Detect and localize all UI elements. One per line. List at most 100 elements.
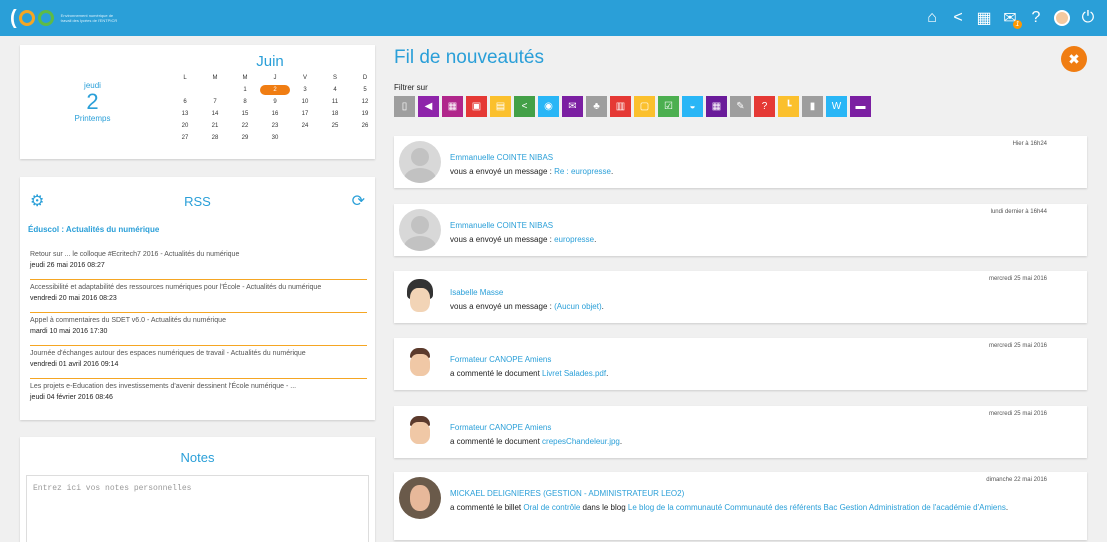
- share-filter-icon[interactable]: <: [514, 96, 535, 117]
- tools-icon[interactable]: ✖: [1061, 46, 1087, 72]
- rss-item-title[interactable]: Journée d'échanges autour des espaces nu…: [30, 349, 367, 359]
- avatar[interactable]: [399, 477, 441, 519]
- chat-filter-icon[interactable]: ◉: [538, 96, 559, 117]
- feed-item-date: dimanche 22 mai 2016: [986, 477, 1047, 483]
- power-icon[interactable]: ⏻: [1079, 9, 1097, 27]
- calendar-day[interactable]: 2: [260, 85, 290, 95]
- feed-item-link[interactable]: Le blog de la communauté Communauté des …: [628, 503, 1006, 512]
- calendar-day[interactable]: 22: [230, 121, 260, 131]
- rss-item-title[interactable]: Retour sur ... le colloque #Ecritech7 20…: [30, 250, 367, 260]
- home-icon[interactable]: ⌂: [923, 9, 941, 27]
- schedule-filter-icon[interactable]: ▦: [706, 96, 727, 117]
- calendar-day[interactable]: 15: [230, 109, 260, 119]
- calendar-day[interactable]: 16: [260, 109, 290, 119]
- rss-item-title[interactable]: Accessibilité et adaptabilité des ressou…: [30, 283, 367, 293]
- refresh-icon[interactable]: ⟳: [352, 191, 365, 211]
- tree-filter-icon[interactable]: ┗: [778, 96, 799, 117]
- folder-filter-icon[interactable]: ▬: [850, 96, 871, 117]
- calendar-day[interactable]: 23: [260, 121, 290, 131]
- rss-item[interactable]: Accessibilité et adaptabilité des ressou…: [30, 280, 367, 313]
- calendar-season: Printemps: [74, 114, 111, 123]
- logo-mark: (: [10, 7, 55, 30]
- apps-icon[interactable]: ▦: [975, 9, 993, 27]
- calendar-day[interactable]: 13: [170, 109, 200, 119]
- inbox-filter-icon[interactable]: ◒: [682, 96, 703, 117]
- calendar-day[interactable]: 9: [260, 97, 290, 107]
- rss-source-title[interactable]: Éduscol : Actualités du numérique: [28, 225, 159, 234]
- calendar-day[interactable]: 7: [200, 97, 230, 107]
- calendar-day[interactable]: 27: [170, 133, 200, 143]
- avatar[interactable]: [399, 411, 441, 453]
- pen-filter-icon[interactable]: ✎: [730, 96, 751, 117]
- rss-item-title[interactable]: Appel à commentaires du SDET v6.0 - Actu…: [30, 316, 367, 326]
- calendar-day[interactable]: 14: [200, 109, 230, 119]
- board-filter-icon[interactable]: ▢: [634, 96, 655, 117]
- calendar-day[interactable]: 21: [200, 121, 230, 131]
- feed-item-author[interactable]: Formateur CANOPE Amiens: [450, 355, 551, 364]
- calendar-day[interactable]: 4: [320, 85, 350, 95]
- calendar-day[interactable]: 6: [170, 97, 200, 107]
- feed-item-date: mercredi 25 mai 2016: [988, 411, 1047, 417]
- rss-item[interactable]: Les projets e-Education des investisseme…: [30, 379, 367, 412]
- calendar-day[interactable]: 29: [230, 133, 260, 143]
- logo-tagline: Environnement numérique de travail des l…: [60, 13, 118, 23]
- help-icon[interactable]: ?: [1027, 9, 1045, 27]
- news-filter-icon[interactable]: ▥: [610, 96, 631, 117]
- feed-item-author[interactable]: Isabelle Masse: [450, 288, 503, 297]
- calendar-day[interactable]: 8: [230, 97, 260, 107]
- avatar[interactable]: [399, 209, 441, 251]
- wiki-filter-icon[interactable]: W: [826, 96, 847, 117]
- app-logo[interactable]: ( Environnement numérique de travail des…: [10, 7, 121, 30]
- rss-item[interactable]: Retour sur ... le colloque #Ecritech7 20…: [30, 247, 367, 280]
- gift-filter-icon[interactable]: ▣: [466, 96, 487, 117]
- calendar-day[interactable]: 20: [170, 121, 200, 131]
- feed-item-link[interactable]: europresse: [554, 235, 594, 244]
- user-filter-icon[interactable]: ▮: [802, 96, 823, 117]
- notes-textarea[interactable]: Entrez ici vos notes personnelles: [26, 475, 369, 542]
- calendar-day[interactable]: 17: [290, 109, 320, 119]
- calendar-day[interactable]: 18: [320, 109, 350, 119]
- avatar[interactable]: [399, 343, 441, 385]
- announce-filter-icon[interactable]: ◀: [418, 96, 439, 117]
- calendar-widget: jeudi 2 Printemps Juin LMMJVSD1234567891…: [20, 45, 375, 159]
- feed-item-link[interactable]: Livret Salades.pdf: [542, 369, 606, 378]
- calendar-day[interactable]: 24: [290, 121, 320, 131]
- rss-item-title[interactable]: Les projets e-Education des investisseme…: [30, 382, 367, 392]
- calendar-day[interactable]: 25: [320, 121, 350, 131]
- feed-item-link[interactable]: (Aucun objet): [554, 302, 602, 311]
- calendar-day[interactable]: 30: [260, 133, 290, 143]
- calendar-day[interactable]: 10: [290, 97, 320, 107]
- calendar-day[interactable]: 12: [350, 97, 380, 107]
- calendar-day[interactable]: 19: [350, 109, 380, 119]
- feed-item-link[interactable]: Oral de contrôle: [523, 503, 580, 512]
- calendar-weekday-header: M: [242, 75, 248, 81]
- feed-item-link[interactable]: crepesChandeleur.jpg: [542, 437, 620, 446]
- rss-item[interactable]: Appel à commentaires du SDET v6.0 - Actu…: [30, 313, 367, 346]
- document-filter-icon[interactable]: ▯: [394, 96, 415, 117]
- profile-avatar[interactable]: [1053, 9, 1071, 27]
- rss-item[interactable]: Journée d'échanges autour des espaces nu…: [30, 346, 367, 379]
- calendar-day[interactable]: 26: [350, 121, 380, 131]
- notes-widget: Notes Entrez ici vos notes personnelles: [20, 437, 375, 542]
- mail-filter-icon[interactable]: ✉: [562, 96, 583, 117]
- print-filter-icon[interactable]: ▤: [490, 96, 511, 117]
- check-filter-icon[interactable]: ☑: [658, 96, 679, 117]
- calendar-filter-icon[interactable]: ▦: [442, 96, 463, 117]
- feed-item-author[interactable]: Emmanuelle COINTE NIBAS: [450, 153, 553, 162]
- calendar-day[interactable]: 3: [290, 85, 320, 95]
- calendar-day[interactable]: 28: [200, 133, 230, 143]
- calendar-day[interactable]: 5: [350, 85, 380, 95]
- feed-item-author[interactable]: Emmanuelle COINTE NIBAS: [450, 221, 553, 230]
- network-filter-icon[interactable]: ♣: [586, 96, 607, 117]
- feed-item-author[interactable]: Formateur CANOPE Amiens: [450, 423, 551, 432]
- feed-item: lundi dernier à 16h44 Emmanuelle COINTE N…: [394, 204, 1087, 256]
- avatar[interactable]: [399, 141, 441, 183]
- feed-item-author[interactable]: MICKAEL DELIGNIERES (GESTION - ADMINISTR…: [450, 489, 684, 498]
- calendar-day[interactable]: 11: [320, 97, 350, 107]
- help-filter-icon[interactable]: ?: [754, 96, 775, 117]
- avatar[interactable]: [399, 276, 441, 318]
- share-icon[interactable]: <: [949, 9, 967, 27]
- messages-icon[interactable]: ✉ 1: [1001, 9, 1022, 29]
- calendar-day[interactable]: 1: [230, 85, 260, 95]
- feed-item-link[interactable]: Re : europresse: [554, 167, 611, 176]
